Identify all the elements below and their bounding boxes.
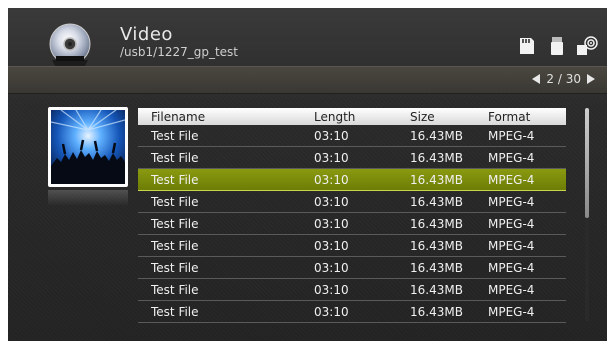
cell-size: 16.43MB <box>410 260 463 275</box>
cell-length: 03:10 <box>314 304 349 319</box>
cell-format: MPEG-4 <box>488 172 535 187</box>
video-disc-icon <box>49 23 91 68</box>
cell-format: MPEG-4 <box>488 282 535 297</box>
cell-format: MPEG-4 <box>488 260 535 275</box>
previous-page-icon[interactable] <box>532 74 541 84</box>
scrollbar[interactable] <box>585 108 589 321</box>
usb-drive-icon[interactable] <box>545 34 569 58</box>
cell-format: MPEG-4 <box>488 238 535 253</box>
cell-format: MPEG-4 <box>488 150 535 165</box>
cell-length: 03:10 <box>314 282 349 297</box>
cell-filename: Test File <box>151 172 199 187</box>
cell-size: 16.43MB <box>410 194 463 209</box>
cell-size: 16.43MB <box>410 150 463 165</box>
scrollbar-thumb[interactable] <box>585 108 589 218</box>
cell-length: 03:10 <box>314 128 349 143</box>
cell-filename: Test File <box>151 238 199 253</box>
cell-length: 03:10 <box>314 216 349 231</box>
video-thumbnail <box>48 107 128 187</box>
cell-format: MPEG-4 <box>488 216 535 231</box>
table-row[interactable]: Test File 03:10 16.43MB MPEG-4 <box>138 235 566 257</box>
table-row[interactable]: Test File 03:10 16.43MB MPEG-4 <box>138 147 566 169</box>
cell-size: 16.43MB <box>410 172 463 187</box>
current-path: /usb1/1227_gp_test <box>120 45 239 59</box>
sd-card-icon[interactable] <box>515 34 539 58</box>
cell-filename: Test File <box>151 128 199 143</box>
cell-size: 16.43MB <box>410 282 463 297</box>
column-header-length[interactable]: Length <box>300 110 398 124</box>
column-header-format[interactable]: Format <box>482 110 566 124</box>
sub-toolbar: 2 / 30 <box>8 66 607 94</box>
thumbnail-reflection <box>48 190 128 206</box>
cell-size: 16.43MB <box>410 216 463 231</box>
page-number: 2 / 30 <box>546 72 581 86</box>
cell-format: MPEG-4 <box>488 128 535 143</box>
table-row[interactable]: Test File 03:10 16.43MB MPEG-4 <box>138 213 566 235</box>
video-browser-screen: Video /usb1/1227_gp_test 2 / 30 Filename… <box>8 8 607 341</box>
cell-size: 16.43MB <box>410 238 463 253</box>
page-indicator: 2 / 30 <box>532 72 595 86</box>
table-row[interactable]: Test File 03:10 16.43MB MPEG-4 <box>138 257 566 279</box>
header-bar: Video /usb1/1227_gp_test <box>8 8 607 68</box>
cell-size: 16.43MB <box>410 128 463 143</box>
column-header-size[interactable]: Size <box>398 110 482 124</box>
cell-filename: Test File <box>151 216 199 231</box>
cell-filename: Test File <box>151 282 199 297</box>
page-title: Video <box>120 24 173 45</box>
table-header: Filename Length Size Format <box>138 108 566 125</box>
table-row[interactable]: Test File 03:10 16.43MB MPEG-4 <box>138 301 566 323</box>
table-row[interactable]: Test File 03:10 16.43MB MPEG-4 <box>138 169 566 191</box>
next-page-icon[interactable] <box>587 74 595 84</box>
table-row[interactable]: Test File 03:10 16.43MB MPEG-4 <box>138 191 566 213</box>
cell-filename: Test File <box>151 304 199 319</box>
cell-size: 16.43MB <box>410 304 463 319</box>
cell-length: 03:10 <box>314 260 349 275</box>
cell-length: 03:10 <box>314 150 349 165</box>
cell-format: MPEG-4 <box>488 304 535 319</box>
column-header-filename[interactable]: Filename <box>138 110 300 124</box>
cell-format: MPEG-4 <box>488 194 535 209</box>
cell-filename: Test File <box>151 194 199 209</box>
table-body: Test File 03:10 16.43MB MPEG-4 Test File 03:1… <box>138 125 566 323</box>
cell-filename: Test File <box>151 260 199 275</box>
network-share-icon[interactable] <box>575 34 599 58</box>
cell-length: 03:10 <box>314 172 349 187</box>
concert-image <box>50 109 126 184</box>
table-row[interactable]: Test File 03:10 16.43MB MPEG-4 <box>138 279 566 301</box>
cell-filename: Test File <box>151 150 199 165</box>
cell-length: 03:10 <box>314 238 349 253</box>
cell-length: 03:10 <box>314 194 349 209</box>
table-row[interactable]: Test File 03:10 16.43MB MPEG-4 <box>138 125 566 147</box>
file-table: Filename Length Size Format Test File 03:… <box>138 108 566 323</box>
